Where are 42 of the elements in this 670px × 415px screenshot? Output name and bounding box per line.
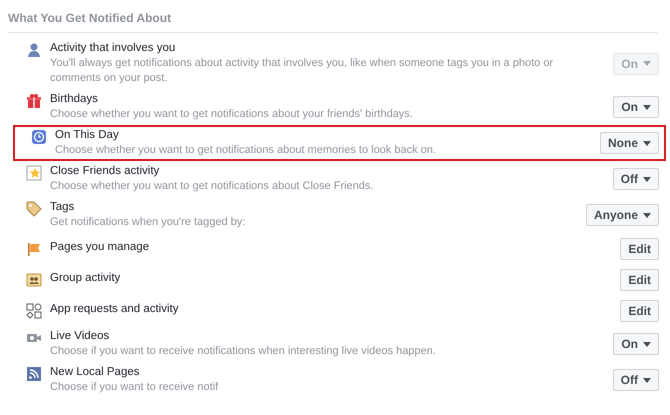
setting-title: Close Friends activity <box>50 164 160 179</box>
dropdown-button[interactable]: Anyone <box>586 204 659 226</box>
group-icon <box>26 272 42 288</box>
setting-description: Get notifications when you're tagged by: <box>50 215 246 230</box>
dropdown-button[interactable]: Off <box>612 369 659 391</box>
edit-button[interactable]: Edit <box>620 238 659 260</box>
setting-title: App requests and activity <box>50 302 178 317</box>
caret-icon <box>643 104 651 110</box>
setting-description: Choose if you want to receive notifications when interesting live videos happen. <box>50 344 436 359</box>
setting-description: You'll always get notifications about activity that involves you, like when someone tags you in a photo or comments on your post. <box>50 56 554 86</box>
caret-icon <box>643 342 651 346</box>
section-title: What You Get Notified About <box>8 9 658 33</box>
caret-icon <box>643 212 651 218</box>
setting-title: New Local Pages <box>50 365 140 380</box>
tag-icon <box>26 201 42 217</box>
dropdown-button[interactable]: None <box>600 132 659 154</box>
dropdown-button[interactable]: On <box>613 333 659 355</box>
setting-title: Pages you manage <box>50 240 150 255</box>
dropdown-button[interactable]: Off <box>612 168 659 190</box>
apps-icon <box>26 303 42 319</box>
edit-button[interactable]: Edit <box>620 268 659 290</box>
flag-icon <box>26 241 42 257</box>
setting-description: Choose whether you want to get notifications about memories to look back on. <box>55 143 436 158</box>
setting-description: Choose whether you want to get notifications about Close Friends. <box>50 179 374 194</box>
caret-icon <box>643 61 651 66</box>
edit-button[interactable]: Edit <box>620 300 659 322</box>
setting-title: Birthdays <box>50 92 99 107</box>
setting-description: Choose whether you want to get notifications about your friends' birthdays. <box>50 107 413 122</box>
clock-icon <box>31 129 47 145</box>
gift-icon <box>26 93 42 109</box>
caret-icon <box>643 378 651 382</box>
setting-title: Activity that involves you <box>50 41 176 56</box>
setting-title: Live Videos <box>50 329 110 344</box>
setting-title: Tags <box>50 200 76 215</box>
caret-icon <box>643 140 651 146</box>
caret-icon <box>643 176 651 182</box>
rss-icon <box>26 366 42 382</box>
setting-title: Group activity <box>50 271 120 286</box>
dropdown-button[interactable]: On <box>613 96 659 118</box>
setting-description: Choose if you want to receive notif <box>50 380 218 395</box>
person-icon <box>26 42 42 58</box>
setting-title: On This Day <box>55 128 120 143</box>
